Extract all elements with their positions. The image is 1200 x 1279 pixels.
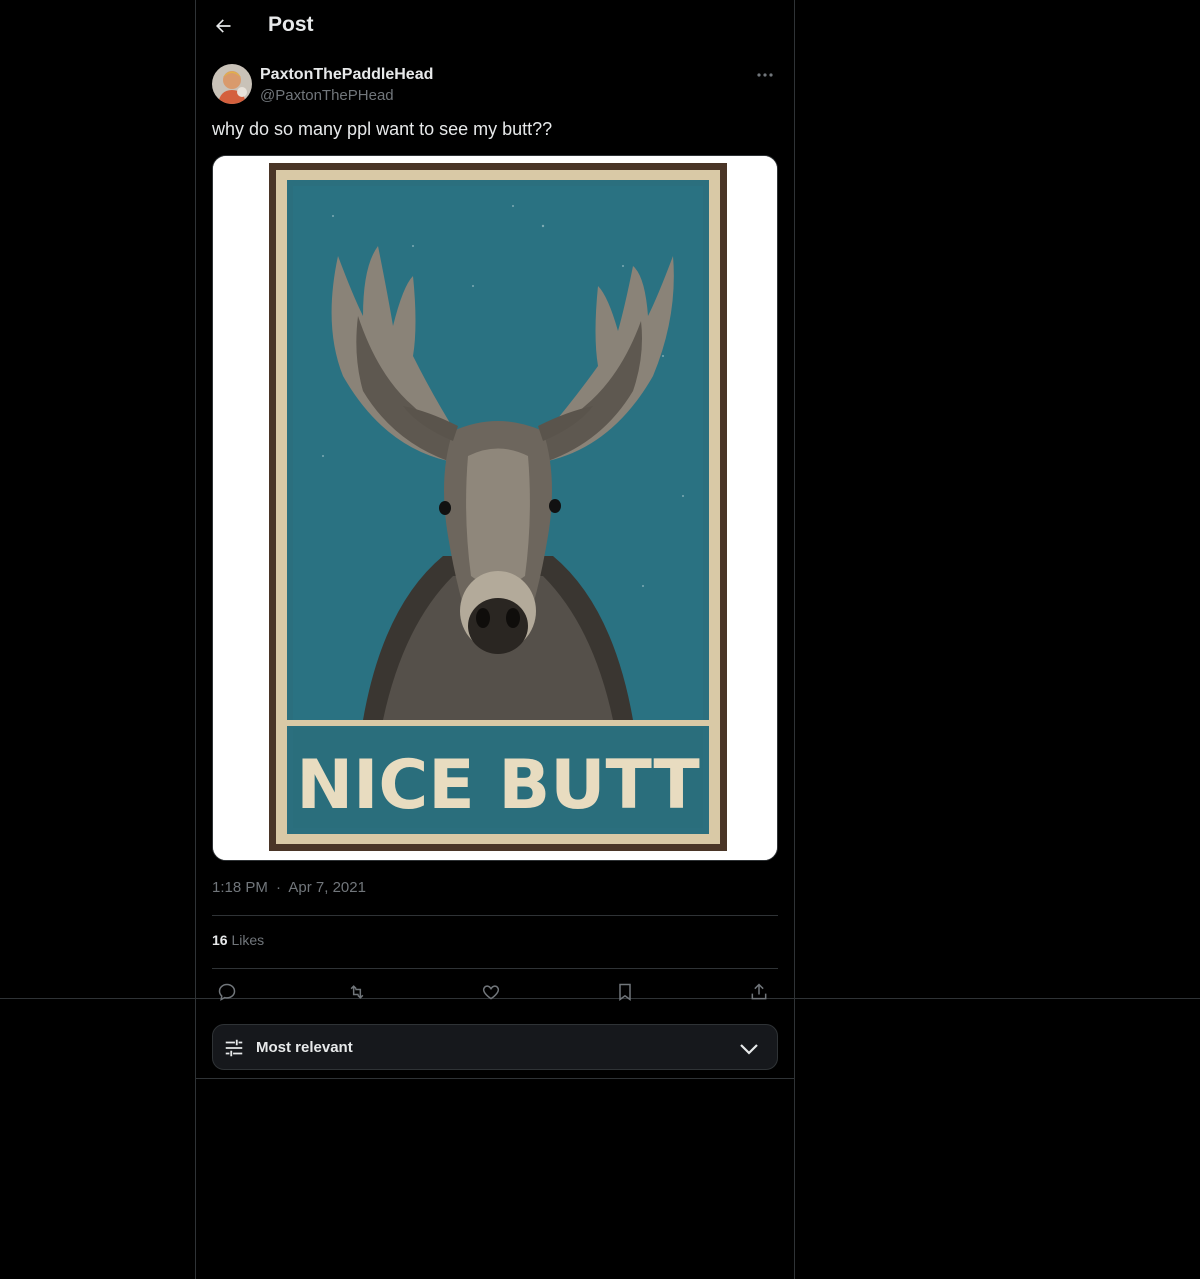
page-title: Post xyxy=(268,13,314,36)
likes-number: 16 xyxy=(212,932,228,948)
back-arrow-icon xyxy=(216,19,231,33)
post-image[interactable]: NICE BUTT xyxy=(212,155,778,861)
post-actions xyxy=(212,978,778,1006)
more-options-button[interactable] xyxy=(752,64,778,86)
author-display-name[interactable]: PaxtonThePaddleHead xyxy=(260,66,433,84)
more-dots-icon xyxy=(757,73,773,77)
repost-icon xyxy=(350,985,364,999)
repost-button[interactable] xyxy=(342,978,372,1006)
avatar-image xyxy=(212,64,252,104)
post-date[interactable]: Apr 7, 2021 xyxy=(288,879,366,896)
chevron-down-icon xyxy=(740,1044,758,1055)
reply-icon xyxy=(218,983,236,1001)
author-handle[interactable]: @PaxtonThePHead xyxy=(260,87,394,104)
bookmark-button[interactable] xyxy=(610,978,640,1006)
bookmark-icon xyxy=(619,983,631,1001)
timestamp-separator: · xyxy=(276,879,282,896)
reply-button[interactable] xyxy=(212,978,242,1006)
heart-icon xyxy=(482,985,500,1000)
share-icon xyxy=(751,983,767,1000)
main-column: Post PaxtonThePaddleHead @PaxtonThePHead xyxy=(195,0,795,1279)
divider xyxy=(196,1078,794,1079)
poster-caption: NICE BUTT xyxy=(296,746,700,825)
likes-label: Likes xyxy=(231,932,265,948)
divider xyxy=(212,915,778,916)
post-text: why do so many ppl want to see my butt?? xyxy=(212,119,553,139)
post-author: PaxtonThePaddleHead @PaxtonThePHead xyxy=(212,64,778,108)
share-button[interactable] xyxy=(744,978,774,1006)
likes-count[interactable]: 16 Likes xyxy=(212,932,264,948)
avatar[interactable] xyxy=(212,64,252,104)
moose-poster-image: NICE BUTT xyxy=(213,156,777,860)
page-header: Post xyxy=(196,0,794,54)
divider xyxy=(212,968,778,969)
page: Post PaxtonThePaddleHead @PaxtonThePHead xyxy=(0,0,1200,1279)
like-button[interactable] xyxy=(476,978,506,1006)
replies-sort-dropdown[interactable]: Most relevant xyxy=(212,1024,778,1070)
sliders-icon xyxy=(225,1039,243,1057)
back-button[interactable] xyxy=(206,9,240,43)
sort-label: Most relevant xyxy=(256,1039,353,1056)
post-time[interactable]: 1:18 PM xyxy=(212,879,268,896)
post-timestamp: 1:18 PM · Apr 7, 2021 xyxy=(212,879,366,896)
